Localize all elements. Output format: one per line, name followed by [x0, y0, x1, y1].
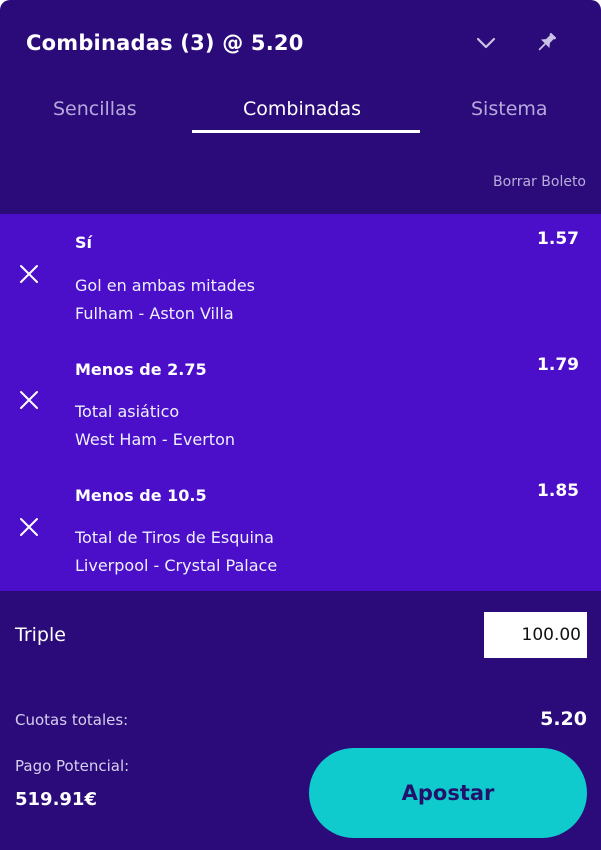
potential-payout-label: Pago Potencial:: [15, 757, 130, 775]
potential-payout-value: 519.91€: [15, 789, 97, 810]
tab-sistema[interactable]: Sistema: [471, 98, 548, 120]
selection-pick: Menos de 2.75: [75, 360, 207, 379]
selection-odds: 1.57: [537, 229, 579, 249]
selection-item: Menos de 10.5 1.85 Total de Tiros de Esq…: [0, 466, 601, 591]
selection-pick: Menos de 10.5: [75, 486, 207, 505]
selection-event: Liverpool - Crystal Palace: [75, 556, 278, 575]
close-icon[interactable]: [15, 386, 43, 414]
tab-sencillas[interactable]: Sencillas: [53, 98, 137, 120]
selection-pick: Sí: [75, 233, 93, 252]
selection-event: Fulham - Aston Villa: [75, 304, 234, 323]
selection-market: Total asiático: [75, 402, 180, 421]
close-icon[interactable]: [15, 260, 43, 288]
active-tab-indicator: [192, 130, 420, 133]
selection-market: Total de Tiros de Esquina: [75, 528, 274, 547]
total-odds-label: Cuotas totales:: [15, 711, 129, 729]
bet-slip-title: Combinadas (3) @ 5.20: [26, 31, 304, 55]
selection-list: Sí 1.57 Gol en ambas mitades Fulham - As…: [0, 214, 601, 591]
chevron-down-icon[interactable]: [471, 28, 501, 58]
close-icon[interactable]: [15, 513, 43, 541]
total-odds-value: 5.20: [540, 708, 587, 730]
place-bet-button[interactable]: Apostar: [309, 748, 587, 838]
selection-event: West Ham - Everton: [75, 430, 235, 449]
pin-icon[interactable]: [531, 28, 561, 58]
stake-input[interactable]: [484, 612, 587, 658]
selection-odds: 1.85: [537, 481, 579, 501]
selection-odds: 1.79: [537, 355, 579, 375]
selection-item: Sí 1.57 Gol en ambas mitades Fulham - As…: [0, 214, 601, 339]
clear-slip-link[interactable]: Borrar Boleto: [493, 174, 586, 190]
tab-combinadas[interactable]: Combinadas: [243, 98, 361, 120]
selection-item: Menos de 2.75 1.79 Total asiático West H…: [0, 340, 601, 465]
bet-slip: Combinadas (3) @ 5.20 Sencillas Combinad…: [0, 0, 601, 850]
selection-market: Gol en ambas mitades: [75, 276, 256, 295]
bet-type-label: Triple: [15, 624, 66, 646]
